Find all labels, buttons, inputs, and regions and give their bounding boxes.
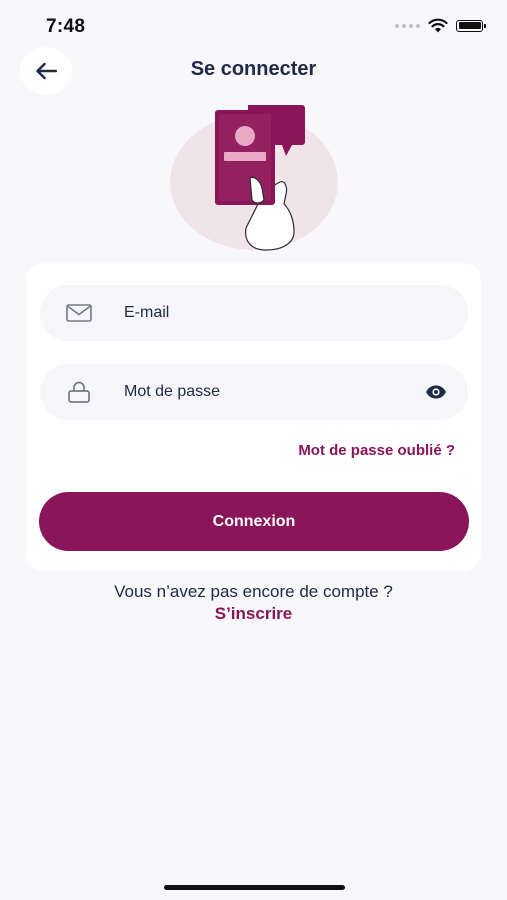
status-bar: 7:48 [0, 0, 507, 50]
password-field[interactable]: Mot de passe [40, 364, 468, 420]
eye-icon[interactable] [424, 383, 448, 401]
email-placeholder: E-mail [124, 304, 170, 321]
status-time: 7:48 [46, 16, 86, 37]
wifi-icon [428, 18, 448, 33]
envelope-icon [65, 301, 93, 325]
status-icons [395, 18, 486, 33]
login-card: E-mail Mot de passe Mot de passe oublié … [26, 263, 481, 571]
lock-icon [65, 380, 93, 404]
login-button[interactable]: Connexion [39, 492, 469, 551]
phone-in-hand-illustration [170, 105, 338, 251]
page-title: Se connecter [190, 58, 317, 80]
password-placeholder: Mot de passe [124, 383, 221, 400]
signup-link[interactable]: S’inscrire [0, 604, 507, 624]
home-indicator [164, 885, 345, 890]
email-field[interactable]: E-mail [40, 285, 468, 341]
forgot-password-link[interactable]: Mot de passe oublié ? [298, 442, 455, 459]
no-account-text: Vous n’avez pas encore de compte ? [114, 582, 393, 601]
battery-icon [456, 19, 486, 32]
signal-dots-icon [395, 23, 420, 28]
